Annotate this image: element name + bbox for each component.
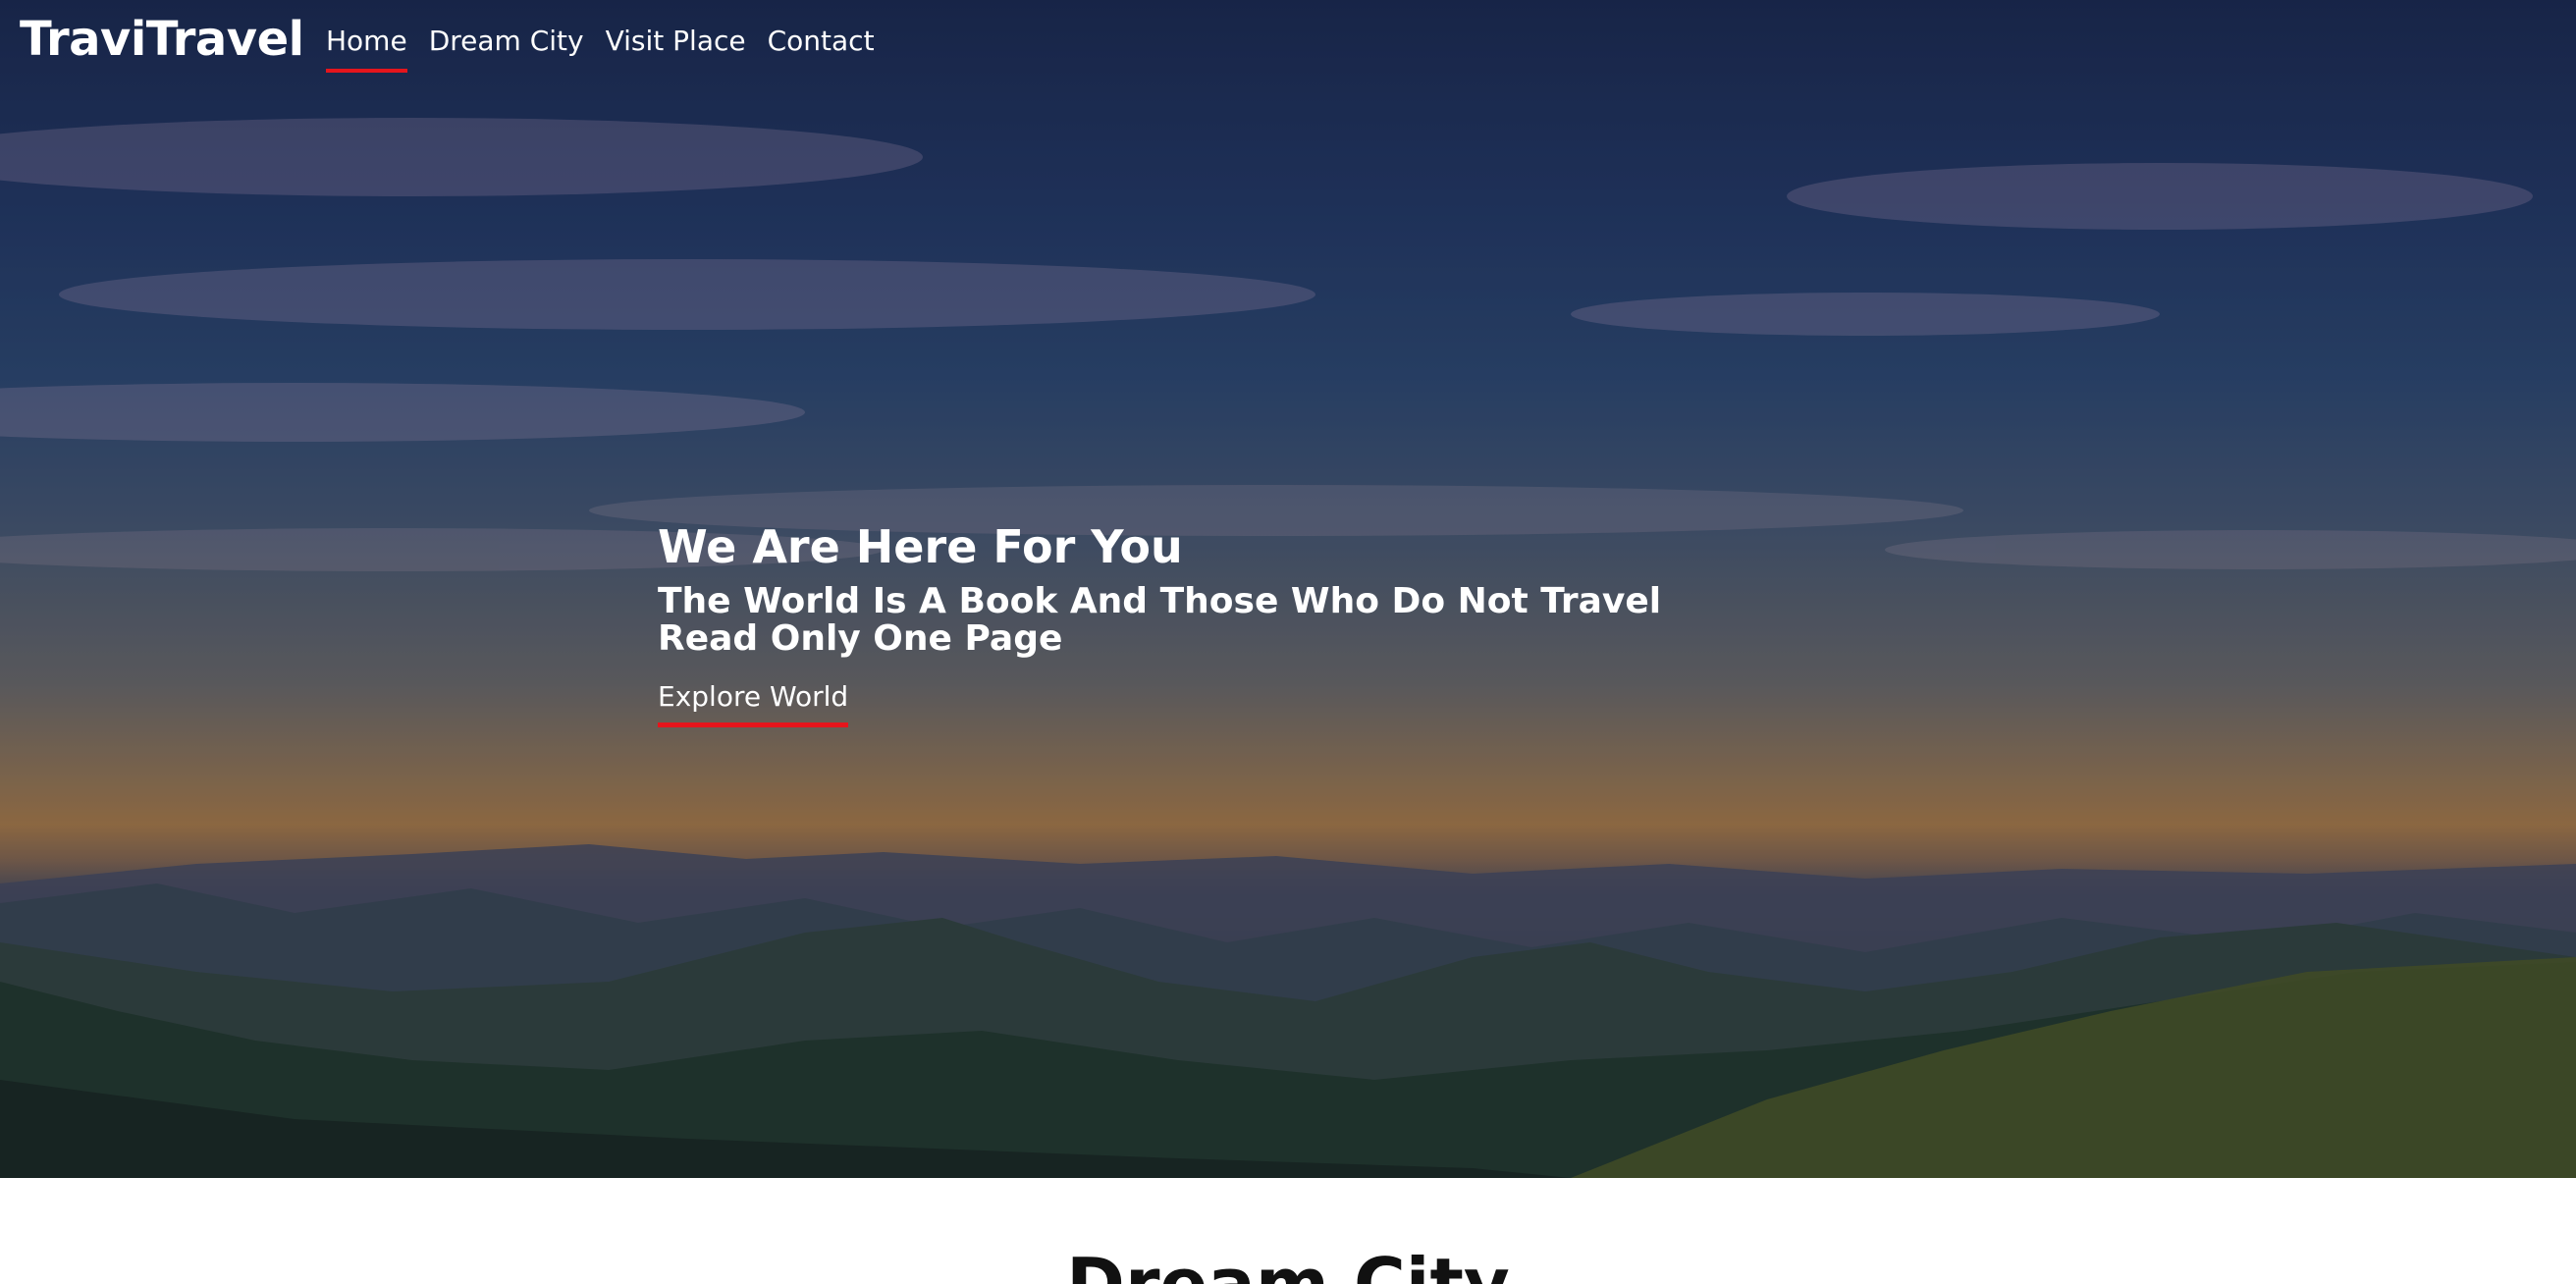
nav-link-dream-city[interactable]: Dream City bbox=[429, 20, 584, 73]
nav-item-contact: Contact bbox=[768, 20, 875, 73]
hero-text-block: We Are Here For You The World Is A Book … bbox=[658, 514, 1738, 727]
nav-link-contact[interactable]: Contact bbox=[768, 20, 875, 73]
hero-subtitle: The World Is A Book And Those Who Do Not… bbox=[658, 581, 1662, 659]
explore-world-button[interactable]: Explore World bbox=[658, 677, 849, 727]
nav-item-home: Home bbox=[326, 20, 407, 73]
brand-logo[interactable]: TraviTravel bbox=[20, 8, 304, 71]
page: TraviTravel Home Dream City Visit Place … bbox=[0, 0, 2576, 1284]
nav-item-visit-place: Visit Place bbox=[606, 20, 746, 73]
nav-item-dream-city: Dream City bbox=[429, 20, 584, 73]
hero-title: We Are Here For You bbox=[658, 520, 1183, 573]
nav-link-home[interactable]: Home bbox=[326, 20, 407, 73]
section-title-dream-city: Dream City bbox=[1066, 1243, 1510, 1284]
hero-banner: TraviTravel Home Dream City Visit Place … bbox=[0, 0, 2576, 1178]
main-nav: Home Dream City Visit Place Contact bbox=[326, 20, 875, 73]
nav-link-visit-place[interactable]: Visit Place bbox=[606, 20, 746, 73]
